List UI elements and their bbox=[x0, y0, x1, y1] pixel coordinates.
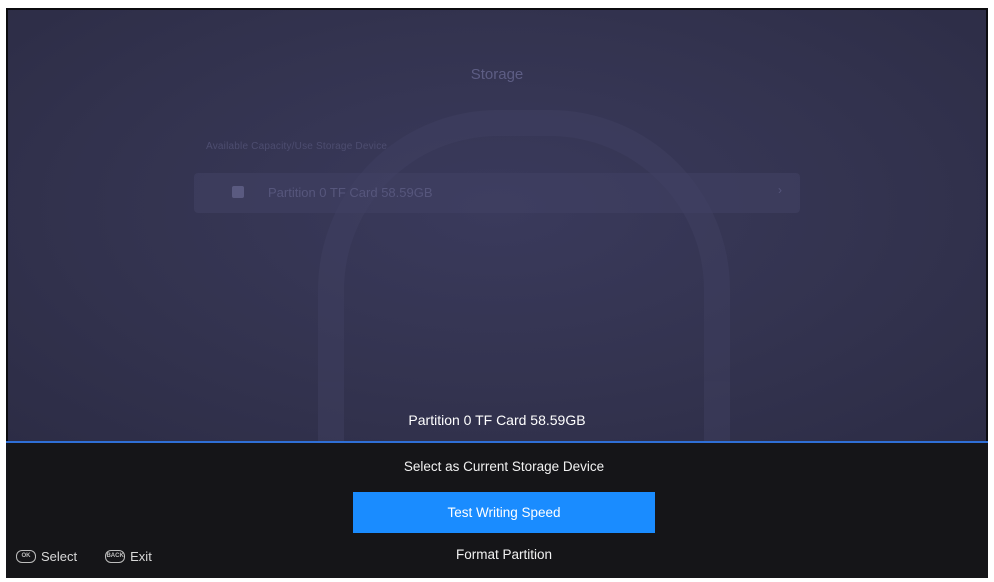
back-button-icon: BACK bbox=[105, 550, 126, 563]
chevron-right-icon: › bbox=[778, 183, 782, 197]
partition-title: Partition 0 TF Card 58.59GB bbox=[408, 412, 586, 428]
select-as-storage-device-option[interactable]: Select as Current Storage Device bbox=[353, 446, 655, 487]
exit-hint: BACK Exit bbox=[105, 549, 152, 564]
select-hint: OK Select bbox=[16, 549, 77, 564]
background-arch-decoration bbox=[318, 110, 730, 456]
storage-device-row: Partition 0 TF Card 58.59GB › bbox=[194, 173, 800, 213]
checkbox-icon bbox=[232, 186, 244, 198]
storage-page-title: Storage bbox=[470, 66, 524, 83]
tv-screen: Storage Available Capacity/Use Storage D… bbox=[6, 8, 988, 578]
select-hint-label: Select bbox=[41, 549, 78, 564]
ok-button-icon: OK bbox=[16, 550, 36, 563]
format-partition-option[interactable]: Format Partition bbox=[353, 534, 655, 575]
test-writing-speed-option[interactable]: Test Writing Speed bbox=[353, 492, 655, 533]
exit-hint-label: Exit bbox=[130, 549, 152, 564]
storage-device-row-label: Partition 0 TF Card 58.59GB bbox=[268, 185, 433, 200]
remote-hints-bar: OK Select BACK Exit bbox=[16, 549, 180, 564]
storage-page-dimmed: Storage Available Capacity/Use Storage D… bbox=[8, 10, 986, 456]
storage-hint-text: Available Capacity/Use Storage Device bbox=[206, 141, 388, 152]
